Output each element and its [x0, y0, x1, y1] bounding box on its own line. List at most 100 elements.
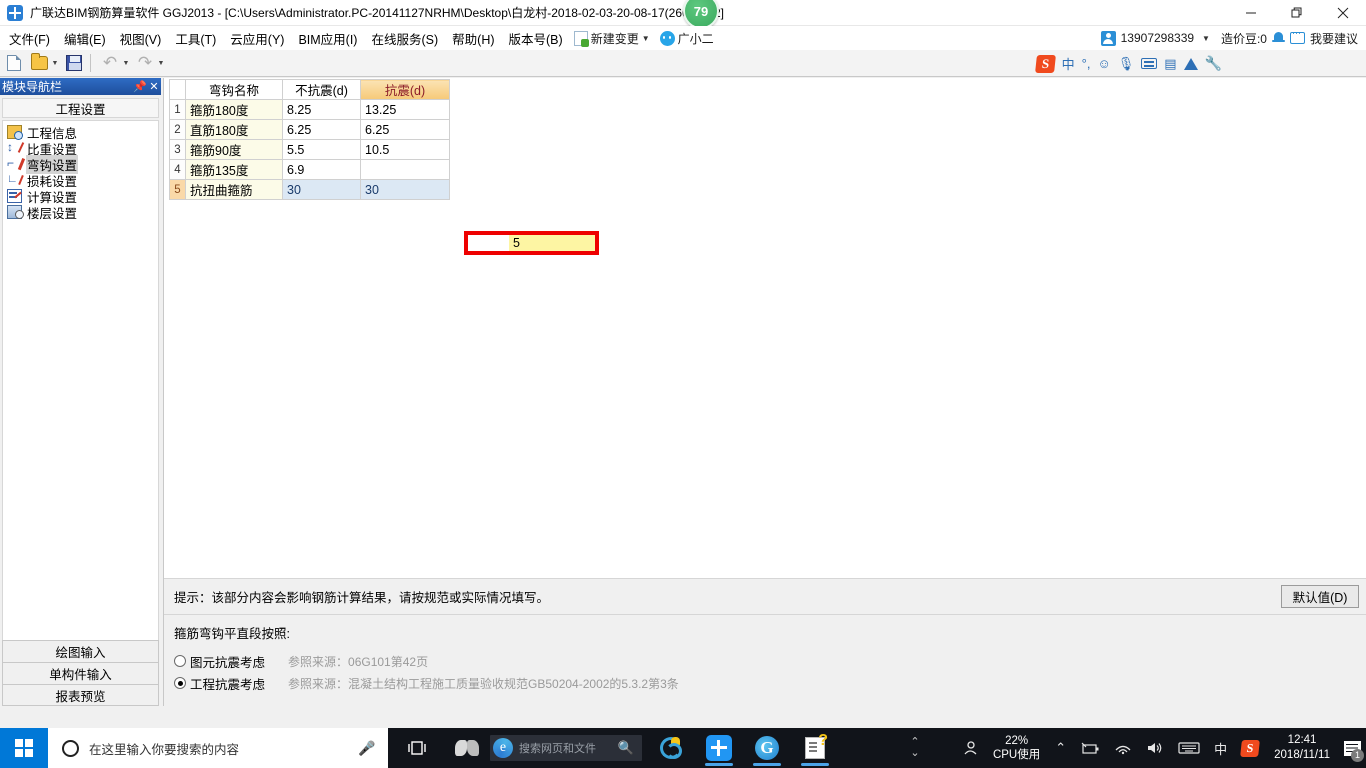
sidebar-button-report-preview[interactable]: 报表预览: [2, 684, 159, 706]
taskbar-app-spiral[interactable]: [648, 728, 694, 768]
notification-bell-icon[interactable]: [1271, 31, 1285, 45]
cell-seismic[interactable]: 10.5: [360, 139, 450, 160]
cell-seismic[interactable]: 30: [360, 179, 450, 200]
option-row-element-seismic[interactable]: 图元抗震考虑 参照来源： 06G101第42页: [174, 650, 1366, 672]
option-row-project-seismic[interactable]: 工程抗震考虑 参照来源： 混凝土结构工程施工质量验收规范GB50204-2002…: [174, 672, 1366, 694]
sidebar-button-drawing-input[interactable]: 绘图输入: [2, 640, 159, 662]
row-index[interactable]: 3: [169, 139, 186, 160]
cell-hook-name[interactable]: 直筋180度: [185, 119, 283, 140]
taskbar-app-blue-plus[interactable]: [696, 728, 742, 768]
menu-online-services[interactable]: 在线服务(S): [364, 27, 445, 50]
taskbar-app-help-doc[interactable]: [792, 728, 838, 768]
default-value-button[interactable]: 默认值(D): [1281, 585, 1359, 608]
cell-seismic[interactable]: [360, 159, 450, 180]
row-index[interactable]: 2: [169, 119, 186, 140]
ime-calendar-icon[interactable]: ▤: [1164, 57, 1176, 70]
cell-non-seismic[interactable]: 5.5: [282, 139, 361, 160]
cell-hook-name[interactable]: 箍筋135度: [185, 159, 283, 180]
table-row[interactable]: 1 箍筋180度 8.25 13.25: [169, 99, 450, 120]
ime-mode-label[interactable]: 中: [1062, 54, 1075, 73]
sidebar-item-floor-settings[interactable]: 楼层设置: [5, 204, 156, 221]
sidebar-group-header[interactable]: 工程设置: [2, 98, 159, 118]
account-avatar-icon[interactable]: [1100, 30, 1116, 46]
start-button[interactable]: [0, 728, 48, 768]
sogou-tray-icon[interactable]: S: [1234, 728, 1266, 768]
volume-icon[interactable]: [1139, 728, 1171, 768]
chevron-down-icon[interactable]: ⌄: [910, 748, 919, 759]
new-file-button[interactable]: [3, 52, 25, 74]
column-header-non-seismic[interactable]: 不抗震(d): [282, 79, 361, 100]
wifi-icon[interactable]: [1107, 728, 1139, 768]
cell-non-seismic[interactable]: 30: [282, 179, 361, 200]
row-index[interactable]: 5: [169, 179, 186, 200]
maximize-restore-button[interactable]: [1274, 0, 1320, 26]
menu-version[interactable]: 版本号(B): [502, 27, 570, 50]
ime-microphone-icon[interactable]: 🎙: [1118, 57, 1135, 70]
taskbar-scroll-chevrons[interactable]: ⌃ ⌄: [905, 728, 925, 768]
action-center-button[interactable]: 1: [1338, 728, 1366, 768]
cell-non-seismic[interactable]: 6.9: [282, 159, 361, 180]
undo-button[interactable]: ↶: [99, 52, 121, 74]
task-view-button[interactable]: [396, 728, 438, 768]
radio-project-seismic[interactable]: [174, 677, 186, 689]
taskbar-search-box[interactable]: 在这里输入你要搜索的内容 🎤: [48, 728, 388, 768]
sidebar-close-icon[interactable]: ✕: [147, 80, 161, 93]
ime-smiley-icon[interactable]: ☺: [1097, 57, 1110, 70]
table-row[interactable]: 4 箍筋135度 6.9: [169, 159, 450, 180]
column-header-hook-name[interactable]: 弯钩名称: [185, 79, 283, 100]
radio-element-seismic[interactable]: [174, 655, 186, 667]
menu-cloud-apps[interactable]: 云应用(Y): [223, 27, 291, 50]
menu-tools[interactable]: 工具(T): [168, 27, 223, 50]
coin-balance[interactable]: 造价豆:0: [1221, 30, 1267, 47]
feedback-chat-icon[interactable]: [1289, 28, 1305, 44]
cell-non-seismic[interactable]: 8.25: [282, 99, 361, 120]
open-file-button[interactable]: [28, 52, 50, 74]
sidebar-button-single-member-input[interactable]: 单构件输入: [2, 662, 159, 684]
cell-non-seismic[interactable]: 6.25: [282, 119, 361, 140]
sogou-logo-icon[interactable]: S: [1034, 54, 1056, 73]
save-button[interactable]: [63, 52, 85, 74]
taskbar-clock[interactable]: 12:41 2018/11/11: [1266, 733, 1338, 763]
cell-hook-name[interactable]: 抗扭曲箍筋: [185, 179, 283, 200]
table-row[interactable]: 2 直筋180度 6.25 6.25: [169, 119, 450, 140]
editing-cell-non-seismic-highlight[interactable]: [468, 235, 508, 251]
cell-hook-name[interactable]: 箍筋180度: [185, 99, 283, 120]
microphone-icon[interactable]: 🎤: [356, 740, 378, 757]
open-dropdown-chevron-icon[interactable]: ▼: [50, 60, 60, 67]
touch-keyboard-icon[interactable]: [1171, 728, 1207, 768]
account-chevron-down-icon[interactable]: ▼: [1202, 34, 1210, 43]
taskbar-app-glodon[interactable]: G: [744, 728, 790, 768]
close-button[interactable]: [1320, 0, 1366, 26]
redo-dropdown-chevron-icon[interactable]: ▼: [156, 60, 166, 67]
minimize-button[interactable]: [1228, 0, 1274, 26]
row-index[interactable]: 4: [169, 159, 186, 180]
menu-view[interactable]: 视图(V): [113, 27, 169, 50]
cpu-usage-indicator[interactable]: 22% CPU使用: [985, 734, 1048, 762]
update-count-badge[interactable]: 79: [683, 0, 719, 29]
ime-keyboard-icon[interactable]: [1141, 58, 1158, 69]
table-row[interactable]: 3 箍筋90度 5.5 10.5: [169, 139, 450, 160]
cell-hook-name[interactable]: 箍筋90度: [185, 139, 283, 160]
editing-cell-seismic-value[interactable]: 5: [509, 235, 595, 251]
column-header-seismic[interactable]: 抗震(d): [360, 79, 450, 100]
ime-skin-icon[interactable]: [1183, 57, 1198, 70]
cell-seismic[interactable]: 6.25: [360, 119, 450, 140]
tray-expand-chevron-icon[interactable]: ⌃: [1048, 728, 1073, 768]
chevron-down-icon[interactable]: ▼: [642, 34, 650, 43]
ime-mode-indicator[interactable]: 中: [1207, 728, 1234, 768]
tray-people-icon[interactable]: [955, 728, 985, 768]
account-phone[interactable]: 13907298339: [1121, 31, 1194, 45]
new-change-button[interactable]: 新建变更 ▼: [573, 30, 656, 47]
redo-button[interactable]: ↷: [134, 52, 156, 74]
table-row[interactable]: 5 抗扭曲箍筋 30 30: [169, 179, 450, 200]
feedback-label[interactable]: 我要建议: [1310, 30, 1358, 47]
menu-help[interactable]: 帮助(H): [445, 27, 501, 50]
ime-tools-wrench-icon[interactable]: 🔧: [1205, 55, 1222, 72]
taskbar-app-wechat[interactable]: [444, 728, 490, 768]
battery-icon[interactable]: [1073, 728, 1107, 768]
menu-file[interactable]: 文件(F): [2, 27, 57, 50]
ime-punctuation-icon[interactable]: °,: [1082, 56, 1091, 71]
cell-seismic[interactable]: 13.25: [360, 99, 450, 120]
edge-search-box[interactable]: e 搜索网页和文件 🔍: [490, 735, 642, 761]
menu-edit[interactable]: 编辑(E): [57, 27, 113, 50]
